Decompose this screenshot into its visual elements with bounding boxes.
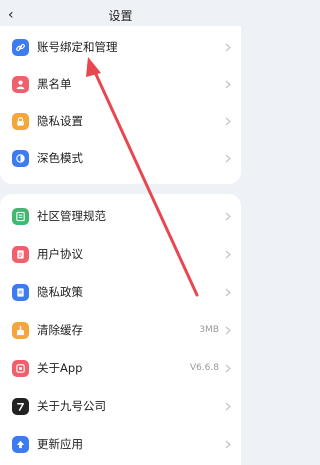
settings-item-clear-cache[interactable]: 清除缓存 3MB [0,312,241,349]
settings-item-privacy-settings[interactable]: 隐私设置 [0,103,241,140]
settings-item-label: 深色模式 [37,151,83,165]
settings-item-about-company[interactable]: 关于九号公司 [0,388,241,425]
policy-icon [12,284,29,301]
chevron-right-icon [224,402,232,411]
app-info-icon [12,360,29,377]
person-block-icon [12,76,29,93]
settings-card-account: 账号绑定和管理 黑名单 隐私设置 深色模式 [0,26,241,184]
settings-item-dark-mode[interactable]: 深色模式 [0,140,241,177]
chevron-right-icon [224,43,232,52]
ninebot-logo-icon [12,398,29,415]
broom-icon [12,322,29,339]
chevron-right-icon [224,117,232,126]
link-icon [12,39,29,56]
settings-card-general: 社区管理规范 用户协议 隐私政策 清除缓存 3MB 关于App V6.6.8 关… [0,194,241,465]
dark-mode-icon [12,150,29,167]
chevron-right-icon [224,250,232,259]
settings-item-label: 社区管理规范 [37,209,106,223]
cache-size-value: 3MB [199,325,219,335]
settings-item-privacy-policy[interactable]: 隐私政策 [0,274,241,311]
settings-item-label: 关于App [37,361,83,375]
settings-item-label: 隐私政策 [37,285,83,299]
chevron-right-icon [224,440,232,449]
settings-item-label: 隐私设置 [37,114,83,128]
settings-item-account-binding[interactable]: 账号绑定和管理 [0,29,241,66]
settings-item-label: 黑名单 [37,77,72,91]
update-icon [12,436,29,453]
agreement-icon [12,246,29,263]
settings-item-community-rules[interactable]: 社区管理规范 [0,198,241,235]
app-version-value: V6.6.8 [189,363,219,373]
lock-icon [12,113,29,130]
settings-item-update-app[interactable]: 更新应用 [0,426,241,463]
settings-item-label: 账号绑定和管理 [37,40,118,54]
page-title: 设置 [108,9,133,23]
settings-item-label: 用户协议 [37,247,83,261]
settings-item-label: 关于九号公司 [37,399,106,413]
settings-item-about-app[interactable]: 关于App V6.6.8 [0,350,241,387]
chevron-right-icon [224,364,232,373]
settings-item-user-agreement[interactable]: 用户协议 [0,236,241,273]
chevron-right-icon [224,154,232,163]
settings-item-label: 清除缓存 [37,323,83,337]
chevron-right-icon [224,288,232,297]
settings-item-blacklist[interactable]: 黑名单 [0,66,241,103]
rules-icon [12,208,29,225]
settings-item-label: 更新应用 [37,437,83,451]
chevron-right-icon [224,326,232,335]
chevron-right-icon [224,212,232,221]
chevron-right-icon [224,80,232,89]
